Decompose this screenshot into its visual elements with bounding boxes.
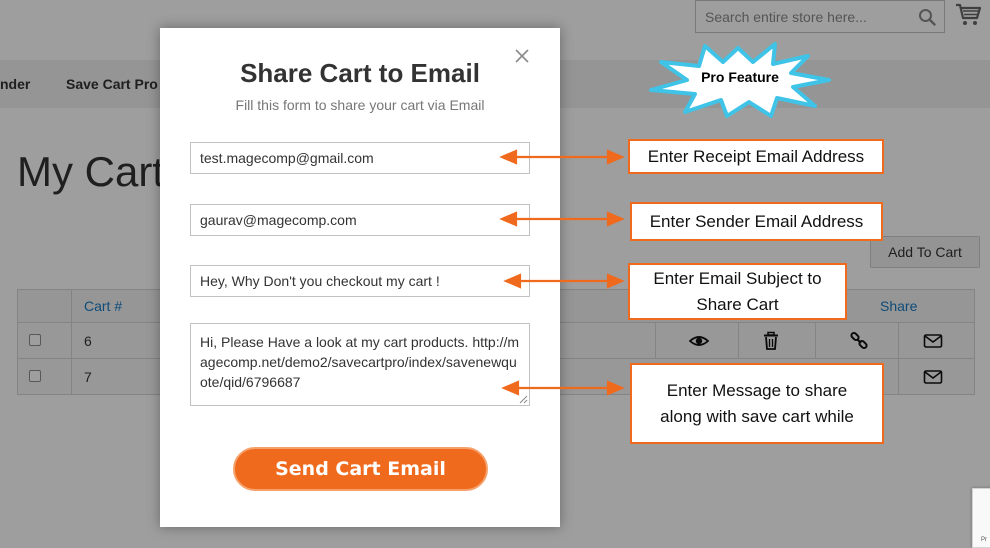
callout-receipt-email: Enter Receipt Email Address — [628, 139, 884, 174]
callout-receipt-text: Enter Receipt Email Address — [647, 146, 865, 166]
pro-feature-label: Pro Feature — [701, 69, 779, 85]
callout-message: Enter Message to share along with save c… — [630, 363, 884, 444]
callout-subject-line1: Enter Email Subject to — [653, 268, 822, 288]
callout-message-line2: along with save cart while — [660, 406, 854, 426]
callout-subject-line2: Share Cart — [696, 294, 779, 314]
callout-subject: Enter Email Subject to Share Cart — [628, 263, 847, 320]
callout-sender-email: Enter Sender Email Address — [630, 202, 883, 241]
callout-sender-text: Enter Sender Email Address — [649, 211, 864, 231]
callout-message-line1: Enter Message to share — [666, 380, 848, 400]
